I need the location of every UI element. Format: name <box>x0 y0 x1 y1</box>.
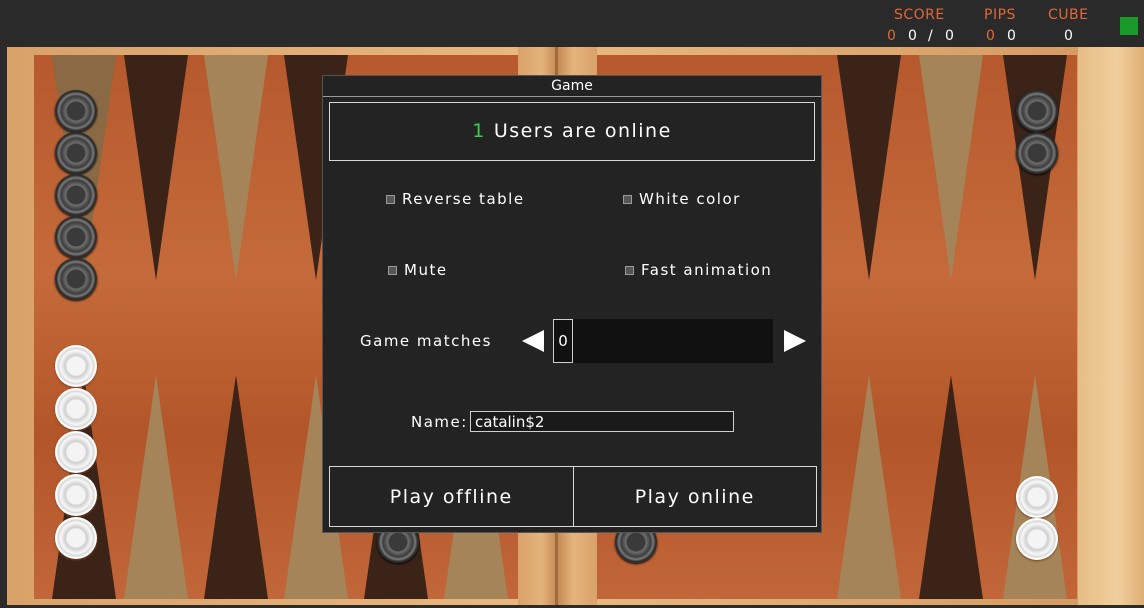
game-matches-value[interactable]: 0 <box>553 319 573 363</box>
mute-label: Mute <box>404 261 448 279</box>
score-current-value: 0 <box>908 28 917 44</box>
white-checker[interactable] <box>1016 476 1058 518</box>
white-checker[interactable] <box>55 388 97 430</box>
point-triangle[interactable] <box>919 375 983 599</box>
fast-animation-checkbox[interactable] <box>625 265 634 275</box>
game-matches-slider[interactable]: 0 <box>553 319 773 363</box>
board-right-frame <box>1078 47 1144 605</box>
play-offline-button[interactable]: Play offline <box>330 467 573 526</box>
online-users-status: 1 Users are online <box>329 102 815 161</box>
turn-indicator-square <box>1120 17 1138 35</box>
dark-checker[interactable] <box>1016 90 1058 132</box>
fast-animation-label: Fast animation <box>641 261 773 279</box>
play-buttons: Play offline Play online <box>329 466 817 527</box>
point-triangle[interactable] <box>124 375 188 599</box>
game-matches-decrease-arrow-icon[interactable] <box>522 330 544 352</box>
game-matches-increase-arrow-icon[interactable] <box>784 330 806 352</box>
name-input[interactable] <box>470 411 734 432</box>
score-separator: / <box>928 28 933 44</box>
white-checker[interactable] <box>55 517 97 559</box>
point-triangle[interactable] <box>124 55 188 280</box>
pips-label: PIPS <box>984 7 1016 23</box>
score-label: SCORE <box>894 7 945 23</box>
mute-checkbox[interactable] <box>388 265 397 275</box>
white-checker[interactable] <box>55 345 97 387</box>
pips-player-value: 0 <box>986 28 995 44</box>
point-triangle[interactable] <box>204 55 268 280</box>
point-triangle[interactable] <box>837 375 901 599</box>
name-label: Name: <box>411 413 468 431</box>
dark-checker[interactable] <box>55 216 97 258</box>
dark-checker[interactable] <box>1016 132 1058 174</box>
cube-label: CUBE <box>1048 7 1089 23</box>
white-checker[interactable] <box>55 431 97 473</box>
game-dialog: Game 1 Users are online Reverse table Whi… <box>322 75 822 533</box>
online-users-count: 1 <box>472 120 486 142</box>
white-color-label: White color <box>639 190 741 208</box>
online-users-text: Users are online <box>493 120 672 142</box>
score-player-value: 0 <box>887 28 896 44</box>
pips-opponent-value: 0 <box>1007 28 1016 44</box>
white-color-option[interactable]: White color <box>623 190 741 208</box>
reverse-table-label: Reverse table <box>402 190 525 208</box>
dark-checker[interactable] <box>55 258 97 300</box>
mute-option[interactable]: Mute <box>388 261 448 279</box>
cube-value: 0 <box>1064 28 1073 44</box>
white-checker[interactable] <box>55 474 97 516</box>
dark-checker[interactable] <box>55 132 97 174</box>
point-triangle[interactable] <box>204 375 268 599</box>
dark-checker[interactable] <box>55 174 97 216</box>
point-triangle[interactable] <box>837 55 901 280</box>
play-online-button[interactable]: Play online <box>572 467 817 526</box>
reverse-table-option[interactable]: Reverse table <box>386 190 525 208</box>
game-matches-label: Game matches <box>360 332 492 350</box>
point-triangle[interactable] <box>919 55 983 280</box>
dialog-title: Game <box>323 76 821 97</box>
fast-animation-option[interactable]: Fast animation <box>625 261 772 279</box>
reverse-table-checkbox[interactable] <box>386 194 395 204</box>
score-target-value: 0 <box>945 28 954 44</box>
white-color-checkbox[interactable] <box>623 194 632 204</box>
top-bar: SCORE PIPS CUBE 0 0 / 0 0 0 0 <box>0 0 1144 47</box>
white-checker[interactable] <box>1016 518 1058 560</box>
dark-checker[interactable] <box>55 90 97 132</box>
